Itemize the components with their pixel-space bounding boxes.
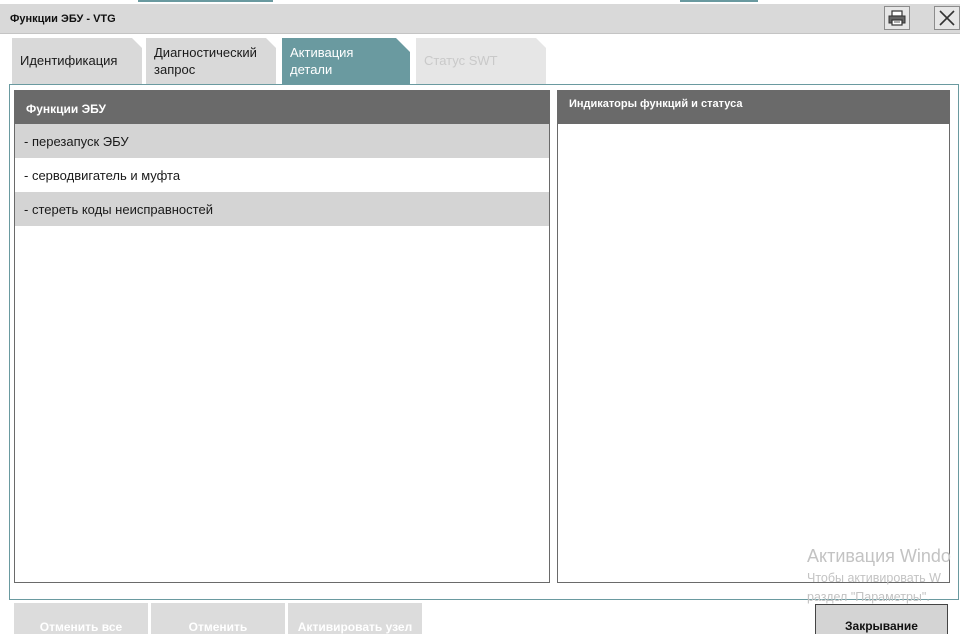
windows-activation-watermark: Активация Windo Чтобы активировать W раз…: [807, 546, 951, 607]
cancel-all-button[interactable]: Отменить все: [14, 603, 148, 634]
status-indicators-header: Индикаторы функций и статуса: [558, 91, 949, 124]
close-icon: [939, 10, 955, 26]
ecu-functions-panel: Функции ЭБУ - перезапуск ЭБУ - серводвиг…: [14, 90, 550, 583]
tab-label: детали: [290, 62, 333, 77]
tab-diagnostic-request[interactable]: Диагностический запрос: [146, 38, 276, 84]
stripe-segment: [680, 0, 758, 2]
stripe-segment: [138, 0, 273, 2]
tab-label: Активация: [290, 45, 354, 60]
tab-label: запрос: [154, 62, 196, 77]
status-indicators-panel: Индикаторы функций и статуса: [557, 90, 950, 583]
tab-label: Статус SWT: [424, 53, 498, 68]
tab-component-activation[interactable]: Активация детали: [282, 38, 410, 84]
close-button[interactable]: Закрывание: [815, 604, 948, 634]
watermark-line: Активация Windo: [807, 546, 951, 566]
tab-swt-status[interactable]: Статус SWT: [416, 38, 546, 84]
activate-node-button[interactable]: Активировать узел: [288, 603, 422, 634]
ecu-functions-header: Функции ЭБУ: [15, 91, 549, 124]
window-title: Функции ЭБУ - VTG: [10, 13, 116, 25]
tab-label: Идентификация: [20, 53, 118, 68]
tab-label: Диагностический: [154, 45, 257, 60]
list-item-servo-clutch[interactable]: - серводвигатель и муфта: [15, 158, 549, 192]
list-item-restart-ecu[interactable]: - перезапуск ЭБУ: [15, 124, 549, 158]
close-window-button[interactable]: [934, 6, 960, 30]
list-item-clear-fault-codes[interactable]: - стереть коды неисправностей: [15, 192, 549, 226]
cancel-button[interactable]: Отменить: [151, 603, 285, 634]
watermark-line: Чтобы активировать W: [807, 571, 941, 585]
title-bar: Функции ЭБУ - VTG: [0, 4, 960, 34]
tab-identification[interactable]: Идентификация: [12, 38, 142, 84]
print-button[interactable]: [884, 6, 910, 30]
printer-icon: [888, 10, 906, 26]
